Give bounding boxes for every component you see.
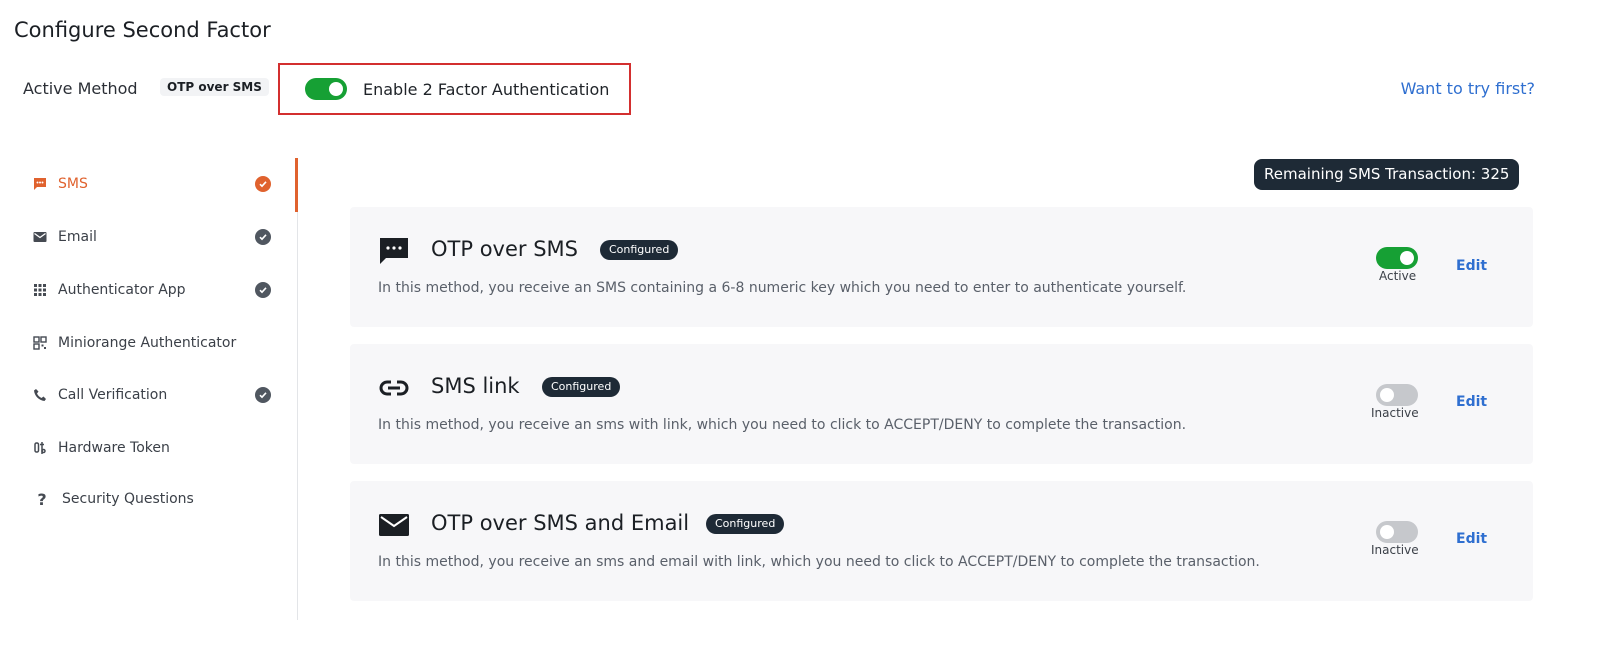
qr-code-icon bbox=[32, 335, 48, 351]
method-title: SMS link bbox=[431, 374, 520, 398]
edit-button[interactable]: Edit bbox=[1456, 394, 1487, 410]
sidebar-item-sms[interactable]: SMS bbox=[32, 172, 277, 196]
apps-grid-icon bbox=[32, 282, 48, 298]
sidebar-item-email[interactable]: Email bbox=[32, 225, 277, 249]
method-status: Inactive bbox=[1371, 543, 1419, 557]
configured-badge: Configured bbox=[600, 240, 679, 260]
configured-check-icon bbox=[255, 387, 271, 403]
sidebar-item-hardware-token[interactable]: Hardware Token bbox=[32, 436, 277, 460]
sidebar-item-label: Call Verification bbox=[58, 387, 168, 403]
enable-2fa-toggle[interactable] bbox=[305, 78, 347, 100]
method-title: OTP over SMS bbox=[431, 237, 578, 261]
active-method-label: Active Method bbox=[23, 79, 138, 98]
sidebar-item-label: Email bbox=[58, 229, 97, 245]
method-toggle[interactable] bbox=[1376, 247, 1418, 269]
sidebar-item-label: Security Questions bbox=[62, 491, 194, 507]
page-title: Configure Second Factor bbox=[14, 18, 271, 42]
method-status: Inactive bbox=[1371, 406, 1419, 420]
sidebar: SMS Email Authenticator App Miniorange A… bbox=[0, 158, 298, 620]
method-status: Active bbox=[1379, 269, 1417, 283]
configured-badge: Configured bbox=[706, 514, 785, 534]
enable-2fa-box: Enable 2 Factor Authentication bbox=[278, 63, 631, 115]
method-description: In this method, you receive an SMS conta… bbox=[378, 280, 1187, 296]
sidebar-item-label: Authenticator App bbox=[58, 282, 186, 298]
hardware-token-icon bbox=[32, 440, 48, 456]
sidebar-item-miniorange-authenticator[interactable]: Miniorange Authenticator bbox=[32, 331, 277, 355]
envelope-icon bbox=[378, 509, 412, 541]
enable-2fa-label: Enable 2 Factor Authentication bbox=[363, 79, 610, 99]
sidebar-item-authenticator-app[interactable]: Authenticator App bbox=[32, 278, 277, 302]
email-icon bbox=[32, 229, 48, 245]
method-description: In this method, you receive an sms with … bbox=[378, 417, 1187, 433]
question-icon: ? bbox=[37, 489, 47, 509]
edit-button[interactable]: Edit bbox=[1456, 531, 1487, 547]
method-description: In this method, you receive an sms and e… bbox=[378, 554, 1260, 570]
active-method-badge: OTP over SMS bbox=[160, 78, 269, 96]
sms-bubble-icon bbox=[378, 235, 412, 267]
method-card-sms-link: SMS link Configured In this method, you … bbox=[350, 344, 1533, 464]
sidebar-item-label: SMS bbox=[58, 176, 88, 192]
edit-button[interactable]: Edit bbox=[1456, 258, 1487, 274]
configured-check-icon bbox=[255, 282, 271, 298]
configured-check-icon bbox=[255, 176, 271, 192]
link-icon bbox=[378, 372, 412, 404]
sms-icon bbox=[32, 176, 48, 192]
method-card-otp-over-sms-and-email: OTP over SMS and Email Configured In thi… bbox=[350, 481, 1533, 601]
configured-check-icon bbox=[255, 229, 271, 245]
method-title: OTP over SMS and Email bbox=[431, 511, 690, 535]
toggle-knob bbox=[1380, 388, 1394, 402]
want-to-try-link[interactable]: Want to try first? bbox=[1401, 79, 1535, 98]
method-toggle[interactable] bbox=[1376, 384, 1418, 406]
remaining-sms-pill: Remaining SMS Transaction: 325 bbox=[1254, 159, 1520, 190]
method-toggle[interactable] bbox=[1376, 521, 1418, 543]
toggle-knob bbox=[1380, 525, 1394, 539]
toggle-knob bbox=[1400, 251, 1414, 265]
method-card-otp-over-sms: OTP over SMS Configured In this method, … bbox=[350, 207, 1533, 327]
phone-icon bbox=[32, 387, 48, 403]
sidebar-active-indicator bbox=[295, 158, 298, 212]
configured-badge: Configured bbox=[542, 377, 621, 397]
sidebar-item-call-verification[interactable]: Call Verification bbox=[32, 383, 277, 407]
sidebar-item-security-questions[interactable]: ? Security Questions bbox=[32, 487, 277, 511]
sidebar-item-label: Hardware Token bbox=[58, 440, 170, 456]
toggle-knob bbox=[329, 82, 343, 96]
sidebar-item-label: Miniorange Authenticator bbox=[58, 335, 237, 351]
